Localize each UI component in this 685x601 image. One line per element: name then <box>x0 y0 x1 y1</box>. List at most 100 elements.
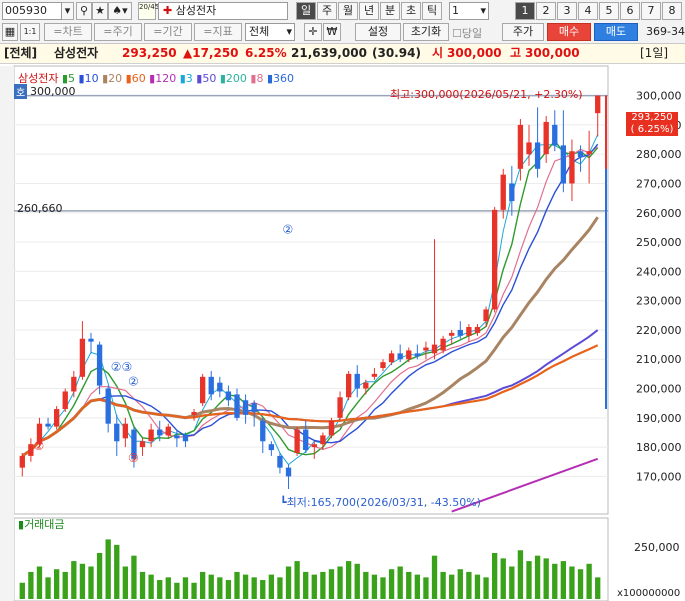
legend-item-20[interactable]: ▮20 <box>99 72 122 85</box>
volume-bar <box>294 561 300 599</box>
candle-body <box>534 142 541 169</box>
legend-item-50[interactable]: ▮50 <box>193 72 216 85</box>
legend-item-360[interactable]: ▮360 <box>263 72 294 85</box>
quote-info-bar: [전체] 삼성전자 293,250 ▲17,250 6.25% 21,639,0… <box>0 44 685 64</box>
toolbar2-button-2[interactable]: =기간 <box>144 23 192 41</box>
volume-bar <box>165 577 171 599</box>
same-day-checkbox[interactable]: ☐당일 <box>452 25 482 41</box>
toolbar2-button-1[interactable]: =주기 <box>94 23 142 41</box>
toolbar2-button-3[interactable]: =지표 <box>194 23 242 41</box>
settings-button[interactable]: 설정 <box>355 23 401 41</box>
stock-name-field[interactable]: ✚ 삼성전자 <box>158 2 288 20</box>
legend-item-8[interactable]: ▮8 <box>247 72 263 85</box>
volume-bar <box>251 577 257 599</box>
range-select[interactable]: 전체 ▾ <box>245 23 295 41</box>
tab-period-2[interactable]: 월 <box>338 2 358 20</box>
candle-body <box>114 423 120 442</box>
tab-period-5[interactable]: 초 <box>401 2 421 20</box>
toolbar2-button-0[interactable]: =차트 <box>44 23 92 41</box>
tab-period-0[interactable]: 일 <box>296 2 316 20</box>
candle-body <box>371 373 378 377</box>
volume-bar <box>388 569 395 599</box>
tab-page-8[interactable]: 8 <box>662 2 682 20</box>
candle-body <box>457 329 463 336</box>
info-volume: 21,639,000 <box>291 46 367 60</box>
volume-bar <box>45 577 51 599</box>
candle-body <box>337 397 343 418</box>
candle-body <box>268 444 275 451</box>
volume-bar <box>225 580 232 599</box>
info-pct: 6.25% <box>245 46 287 60</box>
search-icon[interactable]: ⚲ <box>76 2 92 20</box>
sell-button[interactable]: 매도 <box>594 23 638 41</box>
candle-body <box>165 426 171 436</box>
buy-button[interactable]: 매수 <box>547 23 591 41</box>
ratio-button[interactable]: 1:1 <box>20 23 40 41</box>
up-down-icon[interactable]: ♠▾ <box>108 2 132 20</box>
tab-page-6[interactable]: 6 <box>620 2 640 20</box>
interval-select[interactable]: 1 ▾ <box>449 2 489 20</box>
star-icon[interactable]: ★ <box>92 2 108 20</box>
tab-page-4[interactable]: 4 <box>578 2 598 20</box>
tab-page-7[interactable]: 7 <box>641 2 661 20</box>
info-view[interactable]: [1일] <box>640 44 668 63</box>
volume-bar <box>397 566 403 599</box>
legend-item-10[interactable]: ▮10 <box>75 72 99 85</box>
candle-body <box>242 400 249 415</box>
legend-item-60[interactable]: ▮60 <box>122 72 146 85</box>
stock-name-text: 삼성전자 <box>175 4 217 17</box>
low-label: ┗최저:165,700(2026/03/31, -43.50%) <box>280 496 481 509</box>
secondary-toolbar: ▦ 1:1 =차트 =주기 =기간 =지표 전체 ▾ ✛ ₩ 설정 초기화 ☐당일 주가… <box>0 22 685 44</box>
tab-page-1[interactable]: 1 <box>515 2 535 20</box>
volume-bar <box>517 550 524 599</box>
volume-bar <box>191 582 197 599</box>
volume-bar <box>440 571 446 599</box>
candle-body <box>380 362 386 369</box>
volume-bar <box>449 574 455 599</box>
wave-mark: ②③ <box>111 360 133 374</box>
left-gutter <box>0 66 14 601</box>
volume-bar <box>19 582 25 599</box>
tab-period-4[interactable]: 분 <box>380 2 400 20</box>
volume-bar <box>88 566 94 599</box>
volume-bar <box>328 569 335 599</box>
legend-item-5[interactable]: ▮5 <box>62 72 75 85</box>
won-icon[interactable]: ₩ <box>323 23 341 41</box>
legend-item-3[interactable]: ▮3 <box>176 72 193 85</box>
tab-page-3[interactable]: 3 <box>557 2 577 20</box>
tab-period-6[interactable]: 틱 <box>422 2 442 20</box>
tab-page-2[interactable]: 2 <box>536 2 556 20</box>
volume-bar <box>53 569 60 599</box>
candle-body <box>71 376 77 392</box>
volume-bar <box>122 566 129 599</box>
candle-body <box>311 444 317 448</box>
candle-body <box>260 420 266 442</box>
crosshair-icon[interactable]: ✛ <box>304 23 322 41</box>
panel-toggle-icon[interactable]: ▦ <box>2 23 18 41</box>
legend-item-200[interactable]: ▮200 <box>216 72 247 85</box>
candle-body <box>491 209 498 310</box>
candle-body <box>208 376 214 395</box>
legend-item-120[interactable]: ▮120 <box>146 72 176 85</box>
reset-button[interactable]: 초기화 <box>403 23 449 41</box>
y-tick-label: 240,000 <box>636 265 682 278</box>
volume-unit-text: x100000000 <box>617 588 681 599</box>
candle-body <box>354 373 360 389</box>
volume-bar <box>526 561 532 599</box>
tab-period-3[interactable]: 년 <box>359 2 379 20</box>
tab-page-5[interactable]: 5 <box>599 2 619 20</box>
dropdown-arrow-icon[interactable]: ▾ <box>62 2 74 20</box>
candle-body <box>543 121 549 155</box>
tab-period-1[interactable]: 주 <box>317 2 337 20</box>
same-day-label: 당일 <box>461 27 483 40</box>
candle-body <box>320 435 326 445</box>
wave-mark: ③ <box>128 451 139 465</box>
range-select-value: 전체 <box>249 25 270 38</box>
price-chart[interactable]: 170,000 180,000 190,000 200,000 210,000 220,0… <box>0 64 685 601</box>
price-button[interactable]: 주가 <box>502 23 544 41</box>
chevron-down-icon: ▾ <box>286 25 292 38</box>
ratio-label: 1:1 <box>23 27 37 36</box>
volume-bar <box>483 577 489 599</box>
stock-code-input[interactable]: 005930 <box>2 2 62 20</box>
volume-bar <box>509 566 515 599</box>
